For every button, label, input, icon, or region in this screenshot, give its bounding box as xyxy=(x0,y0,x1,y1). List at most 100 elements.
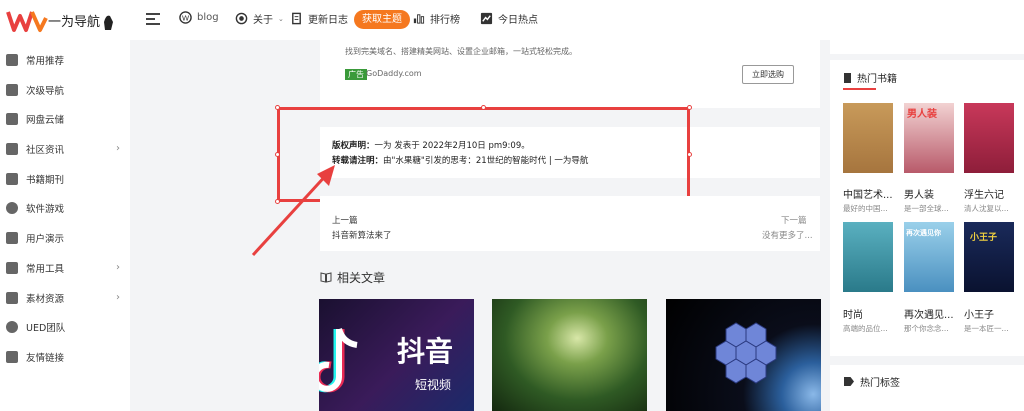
next-post-label: 下一篇 xyxy=(781,216,807,226)
nav-changelog-label: 更新日志 xyxy=(308,15,348,26)
nav-about-label: 关于 xyxy=(253,15,273,26)
prev-post-label: 上一篇 xyxy=(332,216,358,226)
book-title[interactable]: 再次遇见... xyxy=(904,306,954,321)
related-articles-title: 相关文章 xyxy=(337,271,386,285)
image-icon xyxy=(6,292,18,304)
book-title[interactable]: 男人装 xyxy=(904,186,934,201)
chevron-right-icon: › xyxy=(116,292,120,303)
book-title[interactable]: 浮生六记 xyxy=(964,186,1004,201)
book-cover[interactable]: 小王子 xyxy=(964,222,1014,292)
sidebar-item-label: 友情链接 xyxy=(26,353,65,364)
sidebar-item-label: 素材资源 xyxy=(26,294,65,305)
hot-tags-heading: 热门标签 xyxy=(844,374,900,389)
related-article-thumbnail-tiktok[interactable]: 抖音 短视频 xyxy=(309,299,474,411)
menu-toggle-icon[interactable] xyxy=(146,13,160,25)
grid-icon xyxy=(6,54,18,66)
resize-handle[interactable] xyxy=(275,105,280,110)
related-article-thumbnail-forest[interactable] xyxy=(492,299,647,411)
book-cover[interactable] xyxy=(843,103,893,173)
nav-hot-today-label: 今日热点 xyxy=(498,15,538,26)
resize-handle[interactable] xyxy=(687,105,692,110)
book-icon xyxy=(844,72,851,83)
sidebar-item-label: 常用推荐 xyxy=(26,56,65,67)
team-icon xyxy=(6,321,18,333)
sidebar-item-label: UED团队 xyxy=(26,323,66,334)
nav-blog[interactable]: W blog xyxy=(179,11,219,24)
sidebar-item-secondary-nav[interactable]: 次级导航 xyxy=(0,75,130,105)
resize-handle[interactable] xyxy=(481,105,486,110)
chevron-right-icon: › xyxy=(116,143,120,154)
book-description: 是一本匠一... xyxy=(964,324,1009,333)
cover-text: 男人装 xyxy=(907,109,937,120)
site-name[interactable]: 一为导航 xyxy=(48,11,100,30)
related-articles-heading: 相关文章 xyxy=(320,269,385,286)
top-navbar: 一为导航 W blog 关于 ⌄ 更新日志 获取主题 排行榜 今日热点 xyxy=(0,0,1024,40)
resize-handle[interactable] xyxy=(687,152,692,157)
toolbox-icon xyxy=(6,262,18,274)
nav-ranking[interactable]: 排行榜 xyxy=(412,11,460,26)
nav-changelog[interactable]: 更新日志 xyxy=(290,11,348,26)
nav-ranking-label: 排行榜 xyxy=(430,15,460,26)
sidebar-item-assets[interactable]: 素材资源 › xyxy=(0,283,130,313)
book-description: 是一部全球... xyxy=(904,204,949,213)
sidebar-item-label: 社区资讯 xyxy=(26,145,65,156)
ad-tag-badge: 广告 xyxy=(345,69,367,80)
layers-icon xyxy=(6,84,18,96)
book-cover[interactable]: 再次遇见你 xyxy=(904,222,954,292)
cover-text: 小王子 xyxy=(970,233,998,243)
sidebar-item-software[interactable]: 软件游戏 xyxy=(0,193,130,223)
sidebar-item-recommended[interactable]: 常用推荐 xyxy=(0,45,130,75)
drive-icon xyxy=(6,113,18,125)
sidebar: 常用推荐 次级导航 网盘云储 社区资讯 › 书籍期刊 软件游戏 用户演示 常用工具… xyxy=(0,40,130,411)
sidebar-item-friend-links[interactable]: 友情链接 xyxy=(0,342,130,372)
hexagon-mirror-image xyxy=(715,322,777,384)
tiktok-logo-image: 抖音 短视频 xyxy=(309,328,453,393)
book-description: 最好的中国... xyxy=(843,204,888,213)
sidebar-item-books[interactable]: 书籍期刊 xyxy=(0,164,130,194)
svg-text:W: W xyxy=(182,13,190,22)
book-title[interactable]: 小王子 xyxy=(964,306,994,321)
sidebar-item-cloud-drive[interactable]: 网盘云储 xyxy=(0,104,130,134)
sidebar-item-ued-team[interactable]: UED团队 xyxy=(0,312,130,342)
trend-chart-icon xyxy=(480,12,493,25)
sidebar-item-user-demo[interactable]: 用户演示 xyxy=(0,223,130,253)
circle-dot-icon xyxy=(235,12,248,25)
sidebar-item-label: 书籍期刊 xyxy=(26,175,65,186)
wordpress-icon: W xyxy=(179,11,192,24)
thumb-text-short-video: 短视频 xyxy=(415,377,451,392)
heading-underline xyxy=(843,88,876,90)
book-cover[interactable]: 男人装 xyxy=(904,103,954,173)
nav-blog-label: blog xyxy=(197,12,219,23)
book-title[interactable]: 时尚 xyxy=(843,306,863,321)
cover-text: 再次遇见你 xyxy=(906,229,941,237)
nav-hot-today[interactable]: 今日热点 xyxy=(480,11,538,26)
user-icon xyxy=(6,232,18,244)
book-cover[interactable] xyxy=(964,103,1014,173)
book-title[interactable]: 中国艺术... xyxy=(843,186,893,201)
sidebar-item-label: 用户演示 xyxy=(26,234,65,245)
resize-handle[interactable] xyxy=(275,152,280,157)
book-icon xyxy=(6,173,18,185)
bar-chart-icon xyxy=(413,14,425,24)
get-theme-button[interactable]: 获取主题 xyxy=(354,10,410,29)
tag-icon xyxy=(844,377,854,386)
related-article-thumbnail-telescope[interactable] xyxy=(666,299,821,411)
gear-icon xyxy=(6,202,18,214)
book-open-icon xyxy=(320,272,332,283)
chevron-right-icon: › xyxy=(116,262,120,273)
nav-about[interactable]: 关于 ⌄ xyxy=(235,11,284,26)
link-icon xyxy=(6,351,18,363)
book-description: 清人沈复以... xyxy=(964,204,1009,213)
prev-post-link[interactable]: 抖音新算法来了 xyxy=(332,229,392,241)
ad-domain[interactable]: GoDaddy.com xyxy=(366,69,422,78)
next-post-text: 没有更多了... xyxy=(762,231,813,241)
sidebar-item-community[interactable]: 社区资讯 › xyxy=(0,134,130,164)
book-cover[interactable] xyxy=(843,222,893,292)
book-description: 那个你念念... xyxy=(904,324,949,333)
sidebar-item-label: 软件游戏 xyxy=(26,204,65,215)
sidebar-item-tools[interactable]: 常用工具 › xyxy=(0,253,130,283)
hot-tags-title: 热门标签 xyxy=(860,378,900,389)
hot-books-heading: 热门书籍 xyxy=(844,70,897,85)
buy-now-button[interactable]: 立即选购 xyxy=(742,65,794,84)
hot-books-title: 热门书籍 xyxy=(857,74,897,85)
